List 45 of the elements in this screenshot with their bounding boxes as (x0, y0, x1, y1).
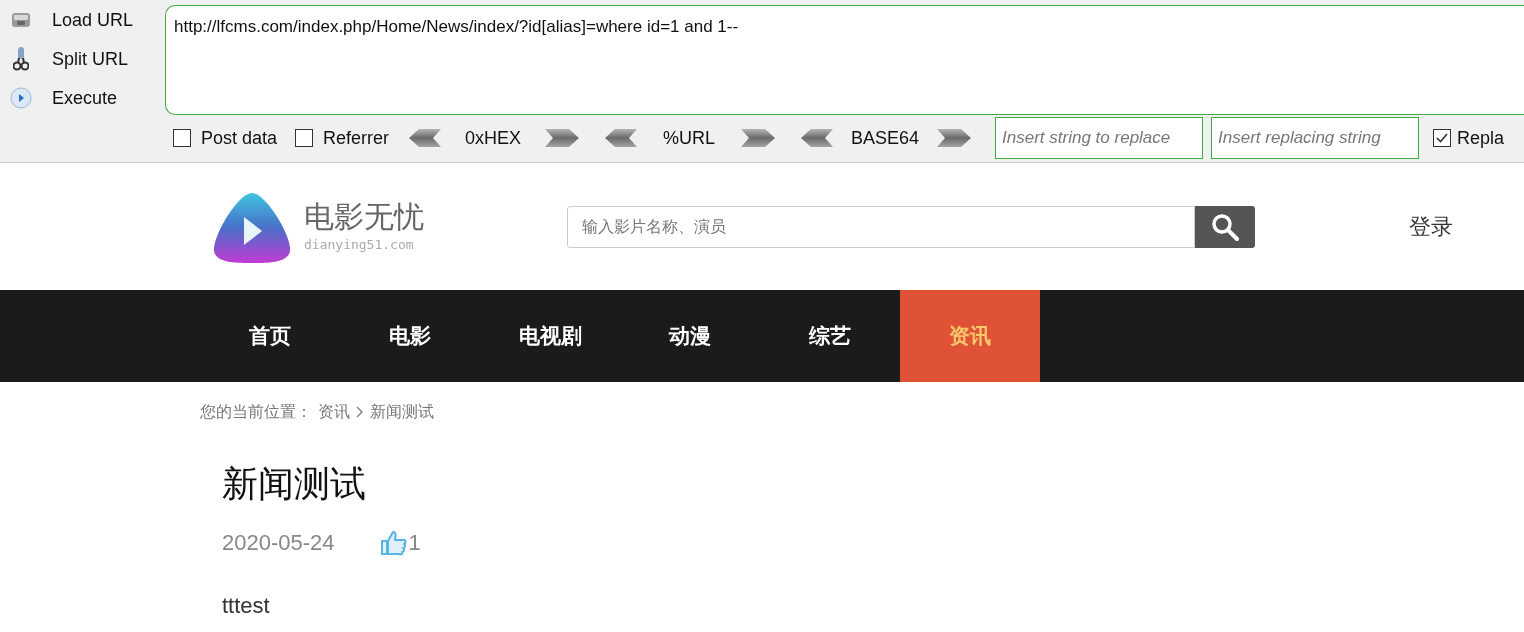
article-body: tttest (222, 592, 271, 620)
nav-tab[interactable]: 综艺 (760, 290, 900, 382)
login-link[interactable]: 登录 (1409, 210, 1453, 243)
replace-field[interactable]: Insert replacing string (1211, 117, 1420, 159)
nav-tab[interactable]: 电视剧 (480, 290, 620, 382)
encoder-label: 0xHEX (464, 126, 523, 150)
play-icon (10, 87, 32, 109)
toolbar-button[interactable]: Execute (46, 84, 124, 112)
left-chevron-button[interactable] (603, 129, 638, 147)
nav-tab[interactable]: 动漫 (620, 290, 760, 382)
breadcrumb-link[interactable]: 资讯 (318, 400, 350, 424)
breadcrumb-label: 您的当前位置： (200, 402, 312, 422)
article-date: 2020-05-24 (222, 529, 335, 557)
like-count: 1 (408, 529, 421, 557)
logo-domain: dianying51.com (304, 235, 415, 254)
encoder-label: %URL (662, 126, 717, 150)
checkbox[interactable] (1433, 129, 1452, 147)
left-chevron-button[interactable] (407, 129, 442, 147)
checkbox-label: Repla (1457, 126, 1505, 150)
checkbox-label: Post data (201, 126, 278, 150)
toolbar-button[interactable]: Load URL (46, 6, 140, 34)
check-icon (1436, 133, 1449, 143)
find-field[interactable]: Insert string to replace (995, 117, 1204, 159)
encoder-label: BASE64 (851, 126, 920, 150)
search-icon (1210, 211, 1240, 242)
right-chevron-button[interactable] (545, 129, 580, 147)
checkbox[interactable] (173, 129, 191, 147)
right-chevron-button[interactable] (741, 129, 776, 147)
breadcrumb-link[interactable]: 新闻测试 (370, 400, 434, 424)
search-field[interactable]: 输入影片名称、演员 (567, 205, 1195, 248)
chevron-right-icon (356, 406, 364, 418)
checkbox-label: Referrer (323, 126, 390, 150)
right-chevron-button[interactable] (937, 129, 972, 147)
drive-icon (10, 11, 32, 29)
search-button[interactable] (1195, 205, 1255, 248)
nav-tab[interactable]: 首页 (200, 290, 340, 382)
url-field[interactable]: http://lfcms.com/index.php/Home/News/index/?id[alias]=where id=1 and 1-- (165, 5, 1524, 115)
left-chevron-button[interactable] (799, 129, 834, 147)
checkbox[interactable] (295, 129, 314, 147)
logo-title: 电影无忧 (304, 198, 424, 235)
thumbs-up-icon (378, 529, 407, 556)
scissors-icon (13, 46, 29, 72)
toolbar-button[interactable]: Split URL (46, 45, 135, 73)
nav-tab[interactable]: 电影 (340, 290, 480, 382)
article-title: 新闻测试 (222, 462, 367, 506)
